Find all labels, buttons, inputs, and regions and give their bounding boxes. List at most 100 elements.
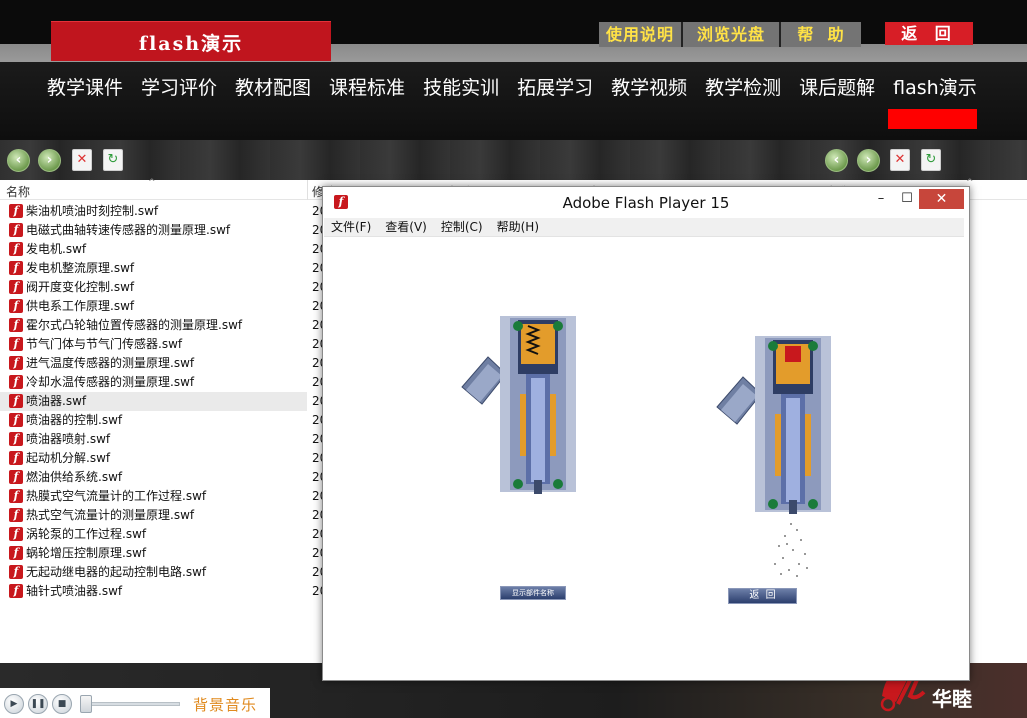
swf-file-icon: f	[9, 470, 23, 484]
swf-file-icon: f	[9, 375, 23, 389]
file-name: 热式空气流量计的测量原理.swf	[26, 508, 195, 522]
file-row[interactable]: f喷油器喷射.swf20	[0, 430, 324, 449]
file-name: 喷油器.swf	[26, 394, 87, 408]
maximize-button[interactable]: ☐	[897, 189, 917, 209]
file-name: 热膜式空气流量计的工作过程.swf	[26, 489, 207, 503]
swf-file-icon: f	[9, 204, 23, 218]
nav-item-testing[interactable]: 教学检测	[696, 74, 790, 102]
file-name: 柴油机喷油时刻控制.swf	[26, 204, 159, 218]
file-row[interactable]: f喷油器的控制.swf20	[0, 411, 324, 430]
file-row[interactable]: f供电系工作原理.swf20	[0, 297, 324, 316]
file-row[interactable]: f节气门体与节气门传感器.swf20	[0, 335, 324, 354]
nav-item-courseware[interactable]: 教学课件	[38, 74, 132, 102]
injector-diagram-spraying	[716, 336, 831, 577]
nav-item-exercise-solutions[interactable]: 课后题解	[790, 74, 884, 102]
swf-file-icon: f	[9, 318, 23, 332]
swf-file-icon: f	[9, 356, 23, 370]
file-name: 进气温度传感器的测量原理.swf	[26, 356, 195, 370]
help-guide-link[interactable]: 使用说明	[599, 22, 683, 47]
swf-file-icon: f	[9, 394, 23, 408]
file-row[interactable]: f起动机分解.swf20	[0, 449, 324, 468]
menu-view[interactable]: 查看(V)	[378, 218, 434, 236]
file-name: 发电机整流原理.swf	[26, 261, 135, 275]
file-row[interactable]: f冷却水温传感器的测量原理.swf20	[0, 373, 324, 392]
stage-back-button[interactable]: 返 回	[728, 588, 797, 604]
file-list: f柴油机喷油时刻控制.swf20f电磁式曲轴转速传感器的测量原理.swf20f发…	[0, 202, 324, 601]
nav-item-videos[interactable]: 教学视频	[602, 74, 696, 102]
file-name: 燃油供给系统.swf	[26, 470, 123, 484]
swf-file-icon: f	[9, 546, 23, 560]
main-nav: 教学课件 学习评价 教材配图 课程标准 技能实训 拓展学习 教学视频 教学检测 …	[38, 74, 986, 102]
forward-arrow-icon[interactable]: ›	[857, 149, 880, 172]
file-name: 起动机分解.swf	[26, 451, 111, 465]
file-row[interactable]: f发电机.swf20	[0, 240, 324, 259]
music-player: ▶ ❚❚ ■ 背景音乐	[0, 688, 270, 718]
browse-disc-link[interactable]: 浏览光盘	[683, 22, 781, 47]
swf-file-icon: f	[9, 242, 23, 256]
file-row[interactable]: f进气温度传感器的测量原理.swf20	[0, 354, 324, 373]
help-link[interactable]: 帮 助	[781, 22, 861, 47]
stop-icon[interactable]: ✕	[890, 149, 910, 171]
file-name: 供电系工作原理.swf	[26, 299, 135, 313]
file-row[interactable]: f燃油供给系统.swf20	[0, 468, 324, 487]
file-name: 喷油器的控制.swf	[26, 413, 123, 427]
back-button[interactable]: 返 回	[885, 22, 973, 45]
stop-icon[interactable]: ✕	[72, 149, 92, 171]
back-arrow-icon[interactable]: ‹	[7, 149, 30, 172]
swf-file-icon: f	[9, 527, 23, 541]
pause-icon[interactable]: ❚❚	[28, 694, 48, 714]
file-name: 涡轮泵的工作过程.swf	[26, 527, 147, 541]
file-name: 电磁式曲轴转速传感器的测量原理.swf	[26, 223, 231, 237]
swf-file-icon: f	[9, 451, 23, 465]
swf-file-icon: f	[9, 280, 23, 294]
file-name: 霍尔式凸轮轴位置传感器的测量原理.swf	[26, 318, 243, 332]
flash-player-window[interactable]: f Adobe Flash Player 15 – ☐ ✕ 文件(F) 查看(V…	[322, 186, 970, 681]
file-row[interactable]: f轴针式喷油器.swf20	[0, 582, 324, 601]
file-row[interactable]: f热膜式空气流量计的工作过程.swf20	[0, 487, 324, 506]
play-icon[interactable]: ▶	[4, 694, 24, 714]
show-part-names-button[interactable]: 显示部件名称	[500, 586, 566, 600]
logo-text: 华睦	[932, 687, 972, 711]
swf-file-icon: f	[9, 299, 23, 313]
file-row[interactable]: f电磁式曲轴转速传感器的测量原理.swf20	[0, 221, 324, 240]
stop-icon[interactable]: ■	[52, 694, 72, 714]
file-row[interactable]: f喷油器.swf20	[0, 392, 324, 411]
sort-arrow-icon: ^	[148, 178, 156, 188]
menu-control[interactable]: 控制(C)	[434, 218, 490, 236]
menu-file[interactable]: 文件(F)	[324, 218, 378, 236]
refresh-icon[interactable]: ↻	[921, 149, 941, 171]
file-row[interactable]: f柴油机喷油时刻控制.swf20	[0, 202, 324, 221]
swf-file-icon: f	[9, 337, 23, 351]
flash-stage[interactable]: 显示部件名称 返 回	[323, 237, 969, 680]
volume-slider-thumb[interactable]	[80, 695, 92, 713]
refresh-icon[interactable]: ↻	[103, 149, 123, 171]
forward-arrow-icon[interactable]: ›	[38, 149, 61, 172]
menu-help[interactable]: 帮助(H)	[490, 218, 546, 236]
file-row[interactable]: f霍尔式凸轮轴位置传感器的测量原理.swf20	[0, 316, 324, 335]
minimize-button[interactable]: –	[871, 189, 891, 209]
file-row[interactable]: f热式空气流量计的测量原理.swf20	[0, 506, 324, 525]
back-arrow-icon[interactable]: ‹	[825, 149, 848, 172]
nav-item-evaluation[interactable]: 学习评价	[132, 74, 226, 102]
nav-item-skill-training[interactable]: 技能实训	[414, 74, 508, 102]
swf-file-icon: f	[9, 489, 23, 503]
file-row[interactable]: f无起动继电器的起动控制电路.swf20	[0, 563, 324, 582]
column-name[interactable]: 名称	[6, 183, 30, 200]
volume-track[interactable]	[80, 702, 180, 706]
file-row[interactable]: f阀开度变化控制.swf20	[0, 278, 324, 297]
nav-item-extended-learning[interactable]: 拓展学习	[508, 74, 602, 102]
file-name: 蜗轮增压控制原理.swf	[26, 546, 147, 560]
file-row[interactable]: f蜗轮增压控制原理.swf20	[0, 544, 324, 563]
window-titlebar[interactable]: f Adobe Flash Player 15 – ☐ ✕	[323, 187, 969, 218]
swf-file-icon: f	[9, 261, 23, 275]
nav-item-curriculum[interactable]: 课程标准	[320, 74, 414, 102]
file-row[interactable]: f涡轮泵的工作过程.swf20	[0, 525, 324, 544]
close-button[interactable]: ✕	[919, 189, 964, 209]
file-row[interactable]: f发电机整流原理.swf20	[0, 259, 324, 278]
nav-item-textbook-figures[interactable]: 教材配图	[226, 74, 320, 102]
swf-file-icon: f	[9, 413, 23, 427]
music-label: 背景音乐	[193, 696, 258, 714]
file-name: 轴针式喷油器.swf	[26, 584, 123, 598]
nav-item-flash-demo[interactable]: flash演示	[884, 74, 986, 102]
swf-file-icon: f	[9, 223, 23, 237]
